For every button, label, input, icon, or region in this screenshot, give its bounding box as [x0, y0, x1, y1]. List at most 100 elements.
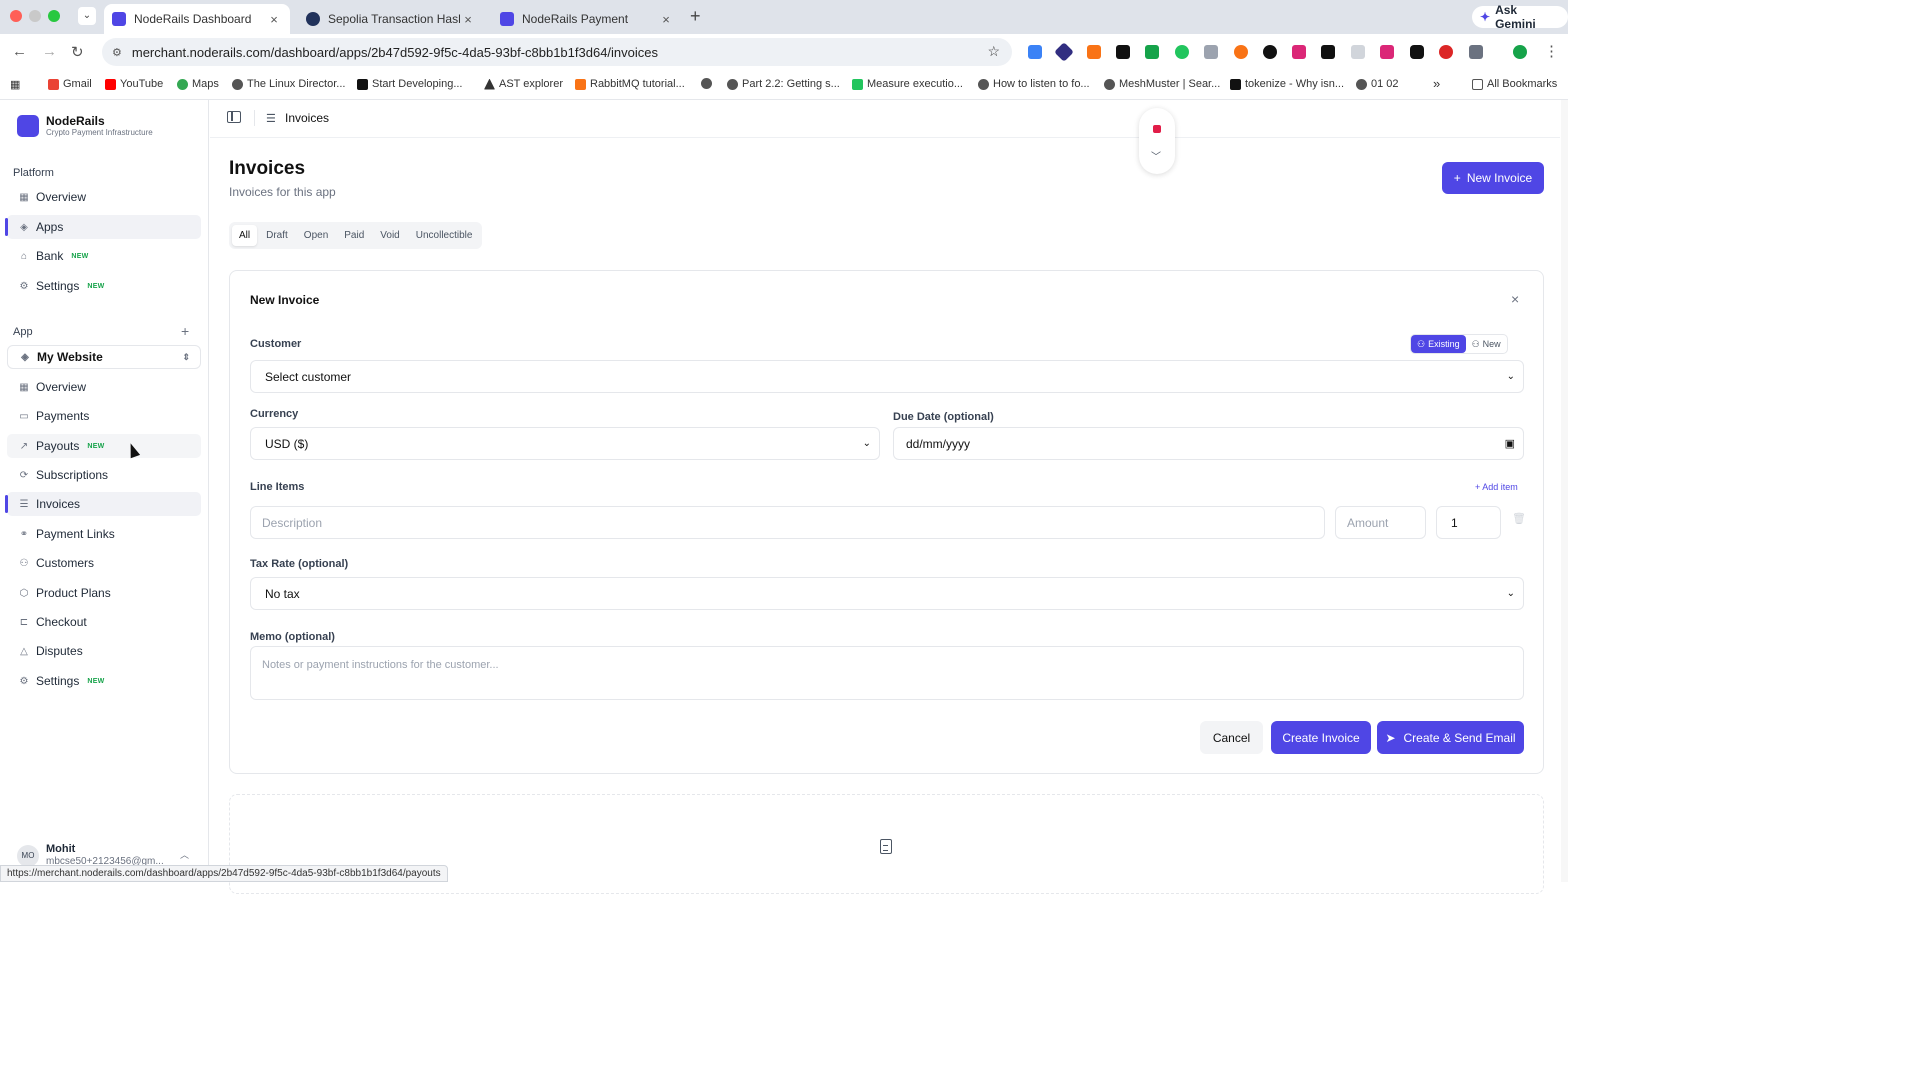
reload-icon[interactable]: ↻ — [71, 43, 84, 61]
currency-select[interactable]: USD ($) ⌄ — [250, 427, 880, 460]
bookmark-part-2-2[interactable]: Part 2.2: Getting s... — [727, 78, 840, 90]
add-app-button[interactable]: + — [181, 323, 189, 339]
page-scrollbar[interactable] — [1561, 100, 1568, 882]
window-zoom-button[interactable] — [48, 10, 60, 22]
bookmark-start-developing[interactable]: Start Developing... — [357, 78, 463, 90]
sidebar-item-payments[interactable]: ▭ Payments — [7, 404, 201, 428]
customer-select[interactable]: Select customer ⌄ — [250, 360, 1524, 393]
tab-draft[interactable]: Draft — [259, 225, 295, 246]
browser-tab-noderails-payment[interactable]: NodeRails Payment × — [492, 4, 682, 34]
sidebar-item-app-settings[interactable]: ⚙ Settings NEW — [7, 669, 201, 693]
download-extension-icon[interactable] — [1145, 45, 1159, 59]
tab-close-icon[interactable]: × — [460, 12, 476, 27]
extension-icon[interactable] — [1410, 45, 1424, 59]
extension-icon[interactable] — [1321, 45, 1335, 59]
tab-paid[interactable]: Paid — [337, 225, 371, 246]
bookmarks-overflow-button[interactable]: » — [1433, 76, 1440, 91]
bookmark-linux-directory[interactable]: The Linux Director... — [232, 78, 345, 90]
bookmark-star-icon[interactable]: ☆ — [987, 43, 1000, 60]
all-bookmarks-button[interactable]: All Bookmarks — [1472, 78, 1557, 90]
claude-extension-icon[interactable] — [1234, 45, 1248, 59]
tab-void[interactable]: Void — [373, 225, 406, 246]
sidebar-item-apps[interactable]: ◈ Apps — [5, 215, 201, 239]
forward-arrow-icon[interactable]: → — [42, 43, 57, 60]
app-selector[interactable]: ◈ My Website ⇕ — [7, 345, 201, 369]
extension-icon[interactable] — [1380, 45, 1394, 59]
extension-icon[interactable] — [1204, 45, 1218, 59]
new-customer-toggle[interactable]: ⚇ New — [1466, 335, 1507, 353]
due-date-input[interactable]: dd/mm/yyyy ▣ — [893, 427, 1524, 460]
bookmark-meshmuster[interactable]: MeshMuster | Sear... — [1104, 78, 1220, 90]
bookmark-ast-explorer[interactable]: AST explorer — [484, 78, 563, 90]
stop-recording-icon[interactable] — [1153, 125, 1161, 133]
apps-grid-icon[interactable]: ▦ — [10, 78, 20, 91]
ask-gemini-button[interactable]: ✦ Ask Gemini — [1472, 3, 1568, 31]
bookmark-youtube[interactable]: YouTube — [105, 78, 163, 90]
extension-icon[interactable] — [1292, 45, 1306, 59]
bookmark-gmail[interactable]: Gmail — [48, 78, 92, 90]
sidebar-item-checkout[interactable]: ⊏ Checkout — [7, 610, 201, 634]
metamask-extension-icon[interactable] — [1087, 45, 1101, 59]
tab-open[interactable]: Open — [297, 225, 335, 246]
back-arrow-icon[interactable]: ← — [12, 43, 27, 60]
close-icon[interactable]: × — [1511, 291, 1519, 307]
item-amount-input[interactable]: Amount — [1335, 506, 1426, 539]
new-invoice-button[interactable]: + New Invoice — [1442, 162, 1544, 194]
trash-icon[interactable]: 🗑 — [1512, 512, 1526, 525]
extension-icon[interactable] — [1351, 45, 1365, 59]
create-invoice-button[interactable]: Create Invoice — [1271, 721, 1371, 754]
sidebar-item-payment-links[interactable]: ⚭ Payment Links — [7, 522, 201, 546]
add-item-button[interactable]: + Add item — [1475, 482, 1518, 492]
extension-icon[interactable] — [1054, 42, 1074, 62]
existing-customer-toggle[interactable]: ⚇ Existing — [1411, 335, 1466, 353]
extension-icon[interactable] — [1028, 45, 1042, 59]
create-and-send-label: Create & Send Email — [1403, 730, 1516, 745]
screen-recorder-widget[interactable]: ﹀ — [1139, 108, 1175, 174]
tab-all[interactable]: All — [232, 225, 258, 246]
site-info-icon[interactable]: ⚙ — [112, 46, 122, 59]
tab-close-icon[interactable]: × — [658, 12, 674, 27]
browser-tab-sepolia[interactable]: Sepolia Transaction Hash: 0x2 × — [298, 4, 484, 34]
sidebar-item-platform-overview[interactable]: ▦ Overview — [7, 185, 201, 209]
bookmark-measure-execution[interactable]: Measure executio... — [852, 78, 963, 90]
address-bar[interactable]: ⚙ merchant.noderails.com/dashboard/apps/… — [102, 38, 1012, 66]
extensions-puzzle-icon[interactable] — [1469, 45, 1483, 59]
extension-icon[interactable] — [1263, 45, 1277, 59]
tab-search-button[interactable]: ⌄ — [78, 7, 96, 25]
window-minimize-button[interactable] — [29, 10, 41, 22]
bookmark-rabbitmq[interactable]: RabbitMQ tutorial... — [575, 78, 685, 90]
extension-icon[interactable] — [1175, 45, 1189, 59]
sidebar-toggle-icon[interactable] — [227, 111, 241, 123]
bookmark-tokenize[interactable]: tokenize - Why isn... — [1230, 78, 1344, 90]
create-and-send-button[interactable]: ➤ Create & Send Email — [1377, 721, 1524, 754]
sidebar-item-bank[interactable]: ⌂ Bank NEW — [7, 244, 201, 268]
tax-rate-select[interactable]: No tax ⌄ — [250, 577, 1524, 610]
calendar-icon[interactable]: ▣ — [1505, 437, 1515, 450]
browser-tab-noderails-dashboard[interactable]: NodeRails Dashboard × — [104, 4, 290, 34]
sidebar-item-payouts[interactable]: ↗ Payouts NEW — [7, 434, 201, 458]
sidebar-item-product-plans[interactable]: ⬡ Product Plans — [7, 581, 201, 605]
bookmark-untitled[interactable] — [701, 78, 712, 89]
window-close-button[interactable] — [10, 10, 22, 22]
sidebar-item-customers[interactable]: ⚇ Customers — [7, 551, 201, 575]
profile-avatar-icon[interactable] — [1513, 45, 1527, 59]
tab-close-icon[interactable]: × — [266, 12, 282, 27]
medium-extension-icon[interactable] — [1116, 45, 1130, 59]
item-description-input[interactable]: Description — [250, 506, 1325, 539]
sidebar-item-disputes[interactable]: △ Disputes — [7, 639, 201, 663]
memo-textarea[interactable]: Notes or payment instructions for the cu… — [250, 646, 1524, 700]
tab-uncollectible[interactable]: Uncollectible — [409, 225, 480, 246]
sidebar-item-platform-settings[interactable]: ⚙ Settings NEW — [7, 274, 201, 298]
sidebar-item-subscriptions[interactable]: ⟳ Subscriptions — [7, 463, 201, 487]
chevron-down-icon[interactable]: ﹀ — [1151, 148, 1161, 163]
bookmark-01-02[interactable]: 01 02 — [1356, 78, 1399, 90]
sidebar-item-invoices[interactable]: ☰ Invoices — [5, 492, 201, 516]
sidebar-item-app-overview[interactable]: ▦ Overview — [7, 375, 201, 399]
browser-menu-icon[interactable]: ⋮ — [1544, 42, 1559, 60]
item-quantity-input[interactable]: 1 — [1436, 506, 1501, 539]
extension-icon[interactable] — [1439, 45, 1453, 59]
bookmark-how-to-listen[interactable]: How to listen to fo... — [978, 78, 1090, 90]
cancel-button[interactable]: Cancel — [1200, 721, 1263, 754]
bookmark-maps[interactable]: Maps — [177, 78, 219, 90]
new-tab-button[interactable]: + — [690, 6, 701, 27]
